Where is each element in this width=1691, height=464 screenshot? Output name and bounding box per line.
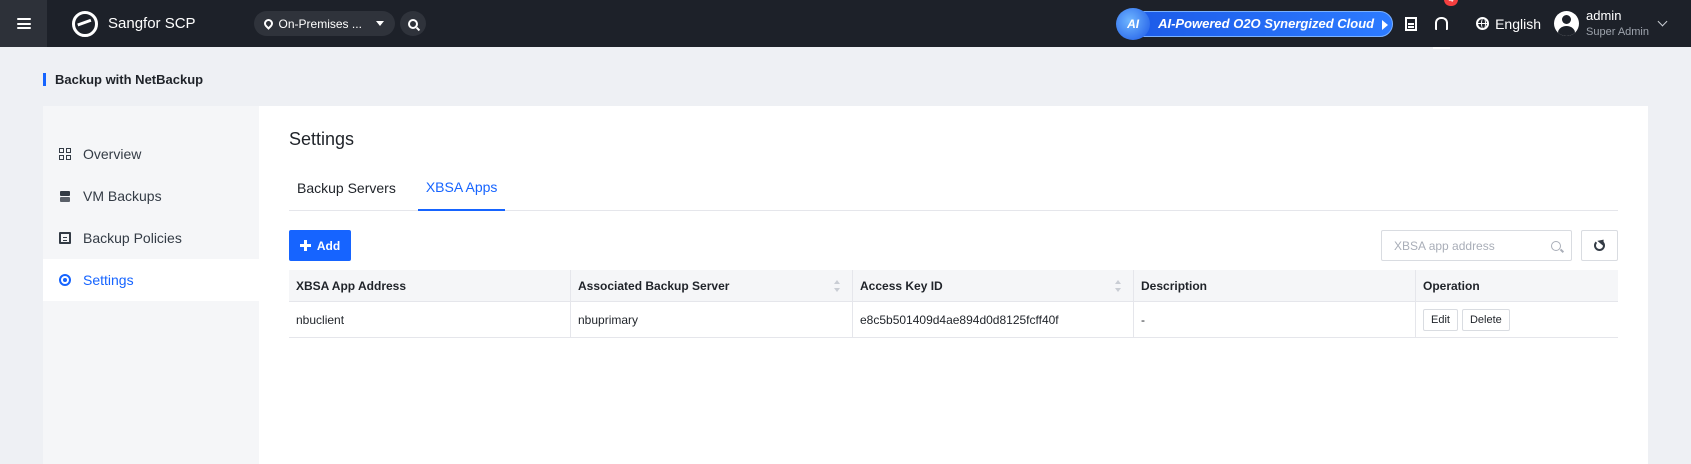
site-selector-value: On-Premises ... — [278, 16, 362, 31]
grid-icon — [59, 148, 71, 160]
column-header-address: XBSA App Address — [289, 270, 571, 301]
docs-button[interactable] — [1405, 0, 1435, 47]
main-panel: Settings Backup Servers XBSA Apps Add XB… — [259, 106, 1648, 464]
hamburger-icon — [16, 18, 31, 29]
user-name: admin — [1586, 7, 1622, 23]
plus-icon — [299, 240, 311, 251]
sidebar-item-vm-backups[interactable]: VM Backups — [43, 175, 259, 217]
cell-operation: Edit Delete — [1416, 302, 1618, 337]
sort-icon[interactable] — [834, 280, 840, 292]
brand[interactable]: Sangfor SCP — [72, 10, 196, 37]
document-icon — [59, 232, 71, 244]
tab-xbsa-apps[interactable]: XBSA Apps — [417, 165, 506, 211]
refresh-button[interactable] — [1581, 230, 1618, 261]
user-menu[interactable]: admin Super Admin — [1554, 0, 1691, 47]
cell-address: nbuclient — [289, 302, 571, 337]
language-label: English — [1495, 15, 1542, 32]
page-title-text: Backup with NetBackup — [55, 72, 204, 87]
sidebar-item-label: Backup Policies — [83, 230, 182, 246]
menu-toggle-button[interactable] — [0, 0, 47, 47]
table-header: XBSA App Address Associated Backup Serve… — [289, 270, 1618, 302]
sidebar-item-overview[interactable]: Overview — [43, 133, 259, 175]
layers-icon — [59, 190, 71, 202]
sort-icon[interactable] — [1115, 280, 1121, 292]
column-header-label: Operation — [1423, 278, 1480, 293]
column-header-server[interactable]: Associated Backup Server — [571, 270, 853, 301]
search-icon — [407, 18, 418, 29]
page-title: Backup with NetBackup — [43, 72, 203, 87]
refresh-icon — [1594, 240, 1605, 251]
sidebar-item-backup-policies[interactable]: Backup Policies — [43, 217, 259, 259]
xbsa-search — [1381, 230, 1572, 261]
column-header-label: Associated Backup Server — [578, 278, 730, 293]
delete-button[interactable]: Delete — [1461, 308, 1510, 331]
cell-server: nbuprimary — [571, 302, 853, 337]
search-icon[interactable] — [1551, 240, 1561, 251]
tab-backup-servers[interactable]: Backup Servers — [289, 165, 404, 211]
sidebar-item-label: Settings — [83, 272, 134, 288]
gear-icon — [59, 274, 71, 286]
globe-icon — [1476, 17, 1490, 30]
column-header-description: Description — [1134, 270, 1416, 301]
column-header-operation: Operation — [1416, 270, 1618, 301]
chevron-down-icon — [1657, 16, 1668, 27]
side-nav: Overview VM Backups Backup Policies Sett… — [43, 106, 259, 464]
sidebar-item-settings[interactable]: Settings — [43, 259, 259, 301]
bell-base — [1433, 47, 1451, 49]
ai-badge-icon: AI — [1116, 7, 1151, 40]
location-pin-icon — [261, 17, 275, 30]
add-button[interactable]: Add — [289, 230, 351, 261]
column-header-key-id[interactable]: Access Key ID — [853, 270, 1134, 301]
sidebar-item-label: VM Backups — [83, 188, 162, 204]
language-switcher[interactable]: English — [1476, 0, 1554, 47]
column-header-label: Description — [1141, 278, 1208, 293]
site-selector[interactable]: On-Premises ... — [253, 11, 395, 36]
xbsa-apps-table: XBSA App Address Associated Backup Serve… — [289, 270, 1618, 338]
user-role: Super Admin — [1586, 25, 1649, 38]
tab-bar: Backup Servers XBSA Apps — [289, 165, 1618, 211]
xbsa-search-input[interactable] — [1394, 238, 1551, 253]
column-header-label: XBSA App Address — [296, 278, 407, 293]
document-icon — [1405, 16, 1418, 31]
ai-banner[interactable]: AI AI-Powered O2O Synergized Cloud — [1116, 7, 1394, 40]
caret-down-icon — [375, 21, 384, 26]
sangfor-logo-icon — [72, 10, 98, 37]
section-title: Settings — [289, 129, 355, 149]
column-header-label: Access Key ID — [860, 278, 943, 293]
brand-name: Sangfor SCP — [108, 15, 196, 32]
notification-badge: 4 — [1444, 0, 1459, 6]
avatar-icon — [1554, 11, 1580, 36]
global-search-button[interactable] — [399, 11, 426, 36]
edit-button[interactable]: Edit — [1423, 308, 1458, 331]
title-accent-bar — [43, 73, 46, 86]
sidebar-item-label: Overview — [83, 146, 142, 162]
ai-banner-text: AI-Powered O2O Synergized Cloud — [1132, 10, 1394, 37]
notifications-button[interactable]: 4 — [1433, 0, 1459, 49]
cell-key-id: e8c5b501409d4ae894d0d8125fcff40f — [853, 302, 1134, 337]
arrow-right-icon — [1382, 19, 1389, 30]
cell-description: - — [1134, 302, 1416, 337]
ai-banner-label: AI-Powered O2O Synergized Cloud — [1158, 16, 1375, 31]
bell-icon — [1435, 17, 1449, 30]
add-button-label: Add — [316, 238, 341, 253]
top-bar: Sangfor SCP On-Premises ... AI AI-Powere… — [0, 0, 1691, 49]
table-row: nbuclient nbuprimary e8c5b501409d4ae894d… — [289, 302, 1618, 338]
